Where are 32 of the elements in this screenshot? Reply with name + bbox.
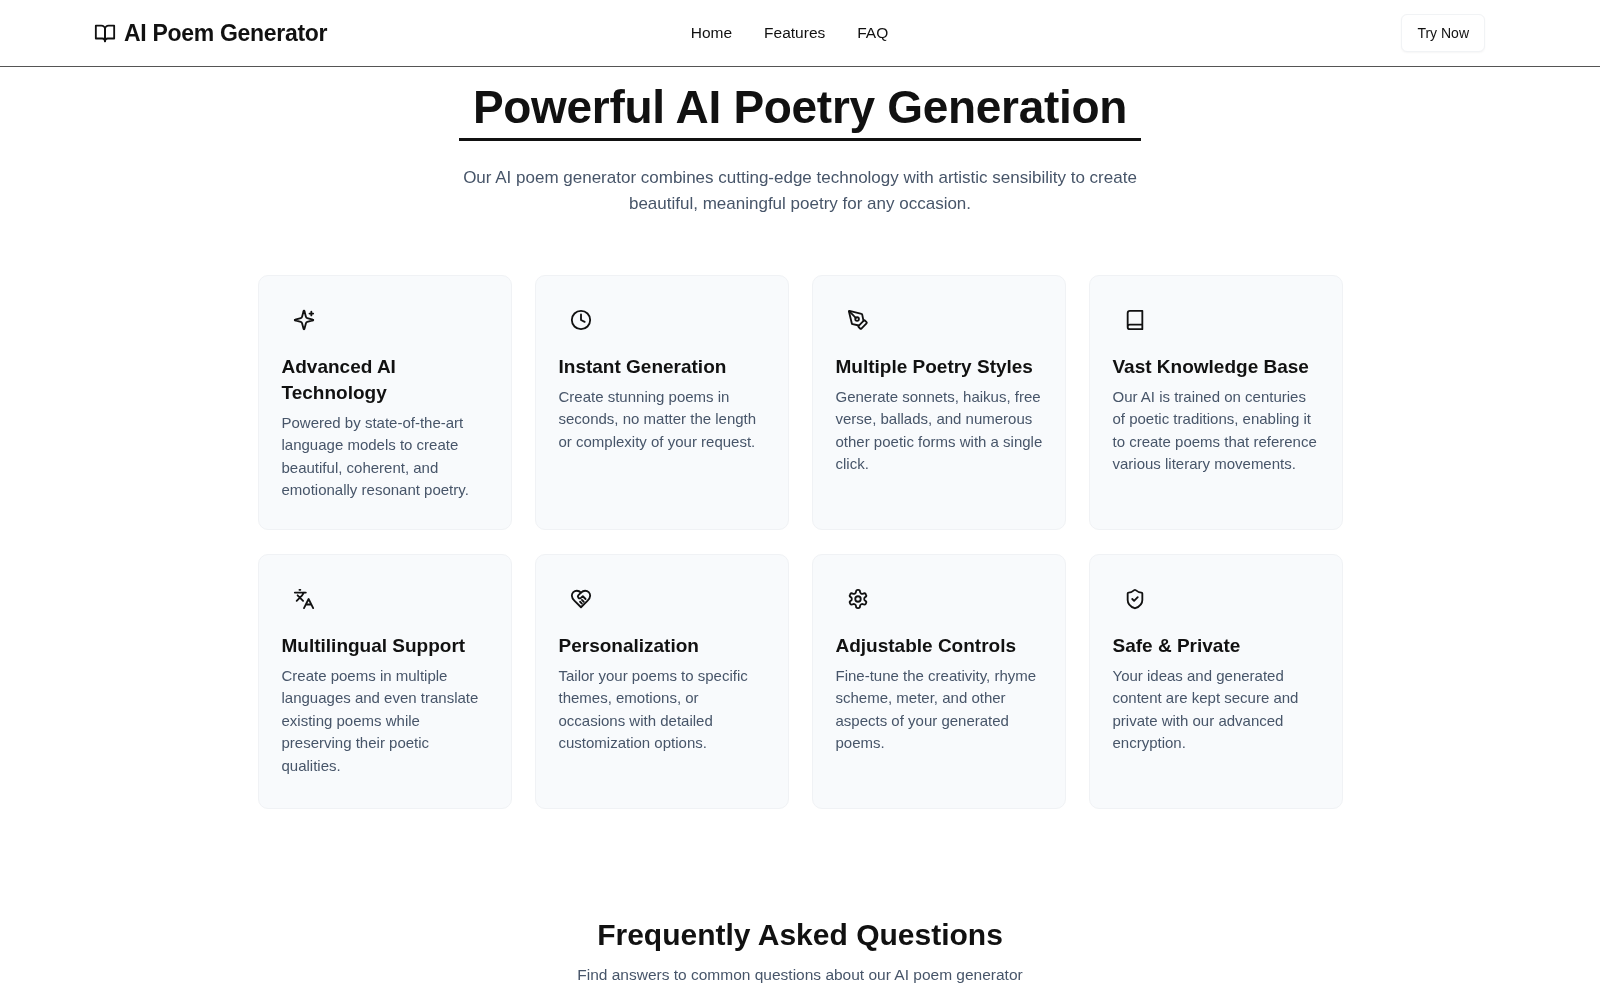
feature-title: Advanced AI Technology [281, 354, 397, 405]
settings-icon [846, 587, 869, 610]
feature-description: Your ideas and generated content are kept secure and private with our advanced encryption. [1112, 665, 1300, 754]
feature-title: Vast Knowledge Base [1112, 354, 1309, 379]
feature-title: Instant Generation [558, 354, 727, 379]
feature-title: Multilingual Support [281, 633, 466, 658]
clock-icon [569, 308, 592, 331]
feature-description: Fine-tune the creativity, rhyme scheme, meter, and other aspects of your generated poems. [835, 665, 1038, 754]
nav-link[interactable]: Features [764, 24, 826, 42]
feature-title: Multiple Poetry Styles [835, 354, 1033, 379]
try-now-button[interactable]: Try Now [1401, 14, 1485, 52]
feature-title: Personalization [558, 633, 699, 658]
feature-title: Safe & Private [1112, 633, 1241, 658]
feature-description: Our AI is trained on centuries of poetic traditions, enabling it to create poems that reference various literary movements. [1112, 386, 1318, 475]
heart-handshake-icon [569, 587, 592, 610]
feature-description: Powered by state-of-the-art language models to create beautiful, coherent, and emotionally resonant poetry. [281, 412, 470, 501]
feature-title: Adjustable Controls [835, 633, 1016, 658]
section-description: Our AI poem generator combines cutting-edge technology with artistic sensibility to create beautiful, meaningful poetry for any occasion. [462, 166, 1138, 215]
nav-link[interactable]: FAQ [857, 24, 889, 42]
section-heading: Frequently Asked Questions [597, 916, 1003, 953]
translate-icon [292, 587, 315, 610]
pen-nib-icon [846, 308, 869, 331]
section-description: Find answers to common questions about our AI poem generator [577, 964, 1023, 985]
feature-description: Create poems in multiple languages and even translate existing poems while preserving their poetic qualities. [281, 665, 480, 776]
feature-description: Tailor your poems to specific themes, emotions, or occasions with detailed customization options. [558, 665, 749, 754]
site-logo[interactable]: AI Poem Generator [124, 19, 328, 47]
feature-description: Create stunning poems in seconds, no matter the length or complexity of your request. [558, 386, 758, 452]
open-book-icon [94, 22, 116, 44]
section-heading: Powerful AI Poetry Generation [458, 81, 1142, 141]
sparkles-icon [292, 308, 315, 331]
feature-description: Generate sonnets, haikus, free verse, ballads, and numerous other poetic forms with a single click. [835, 386, 1043, 475]
nav-link[interactable]: Home [690, 24, 733, 42]
